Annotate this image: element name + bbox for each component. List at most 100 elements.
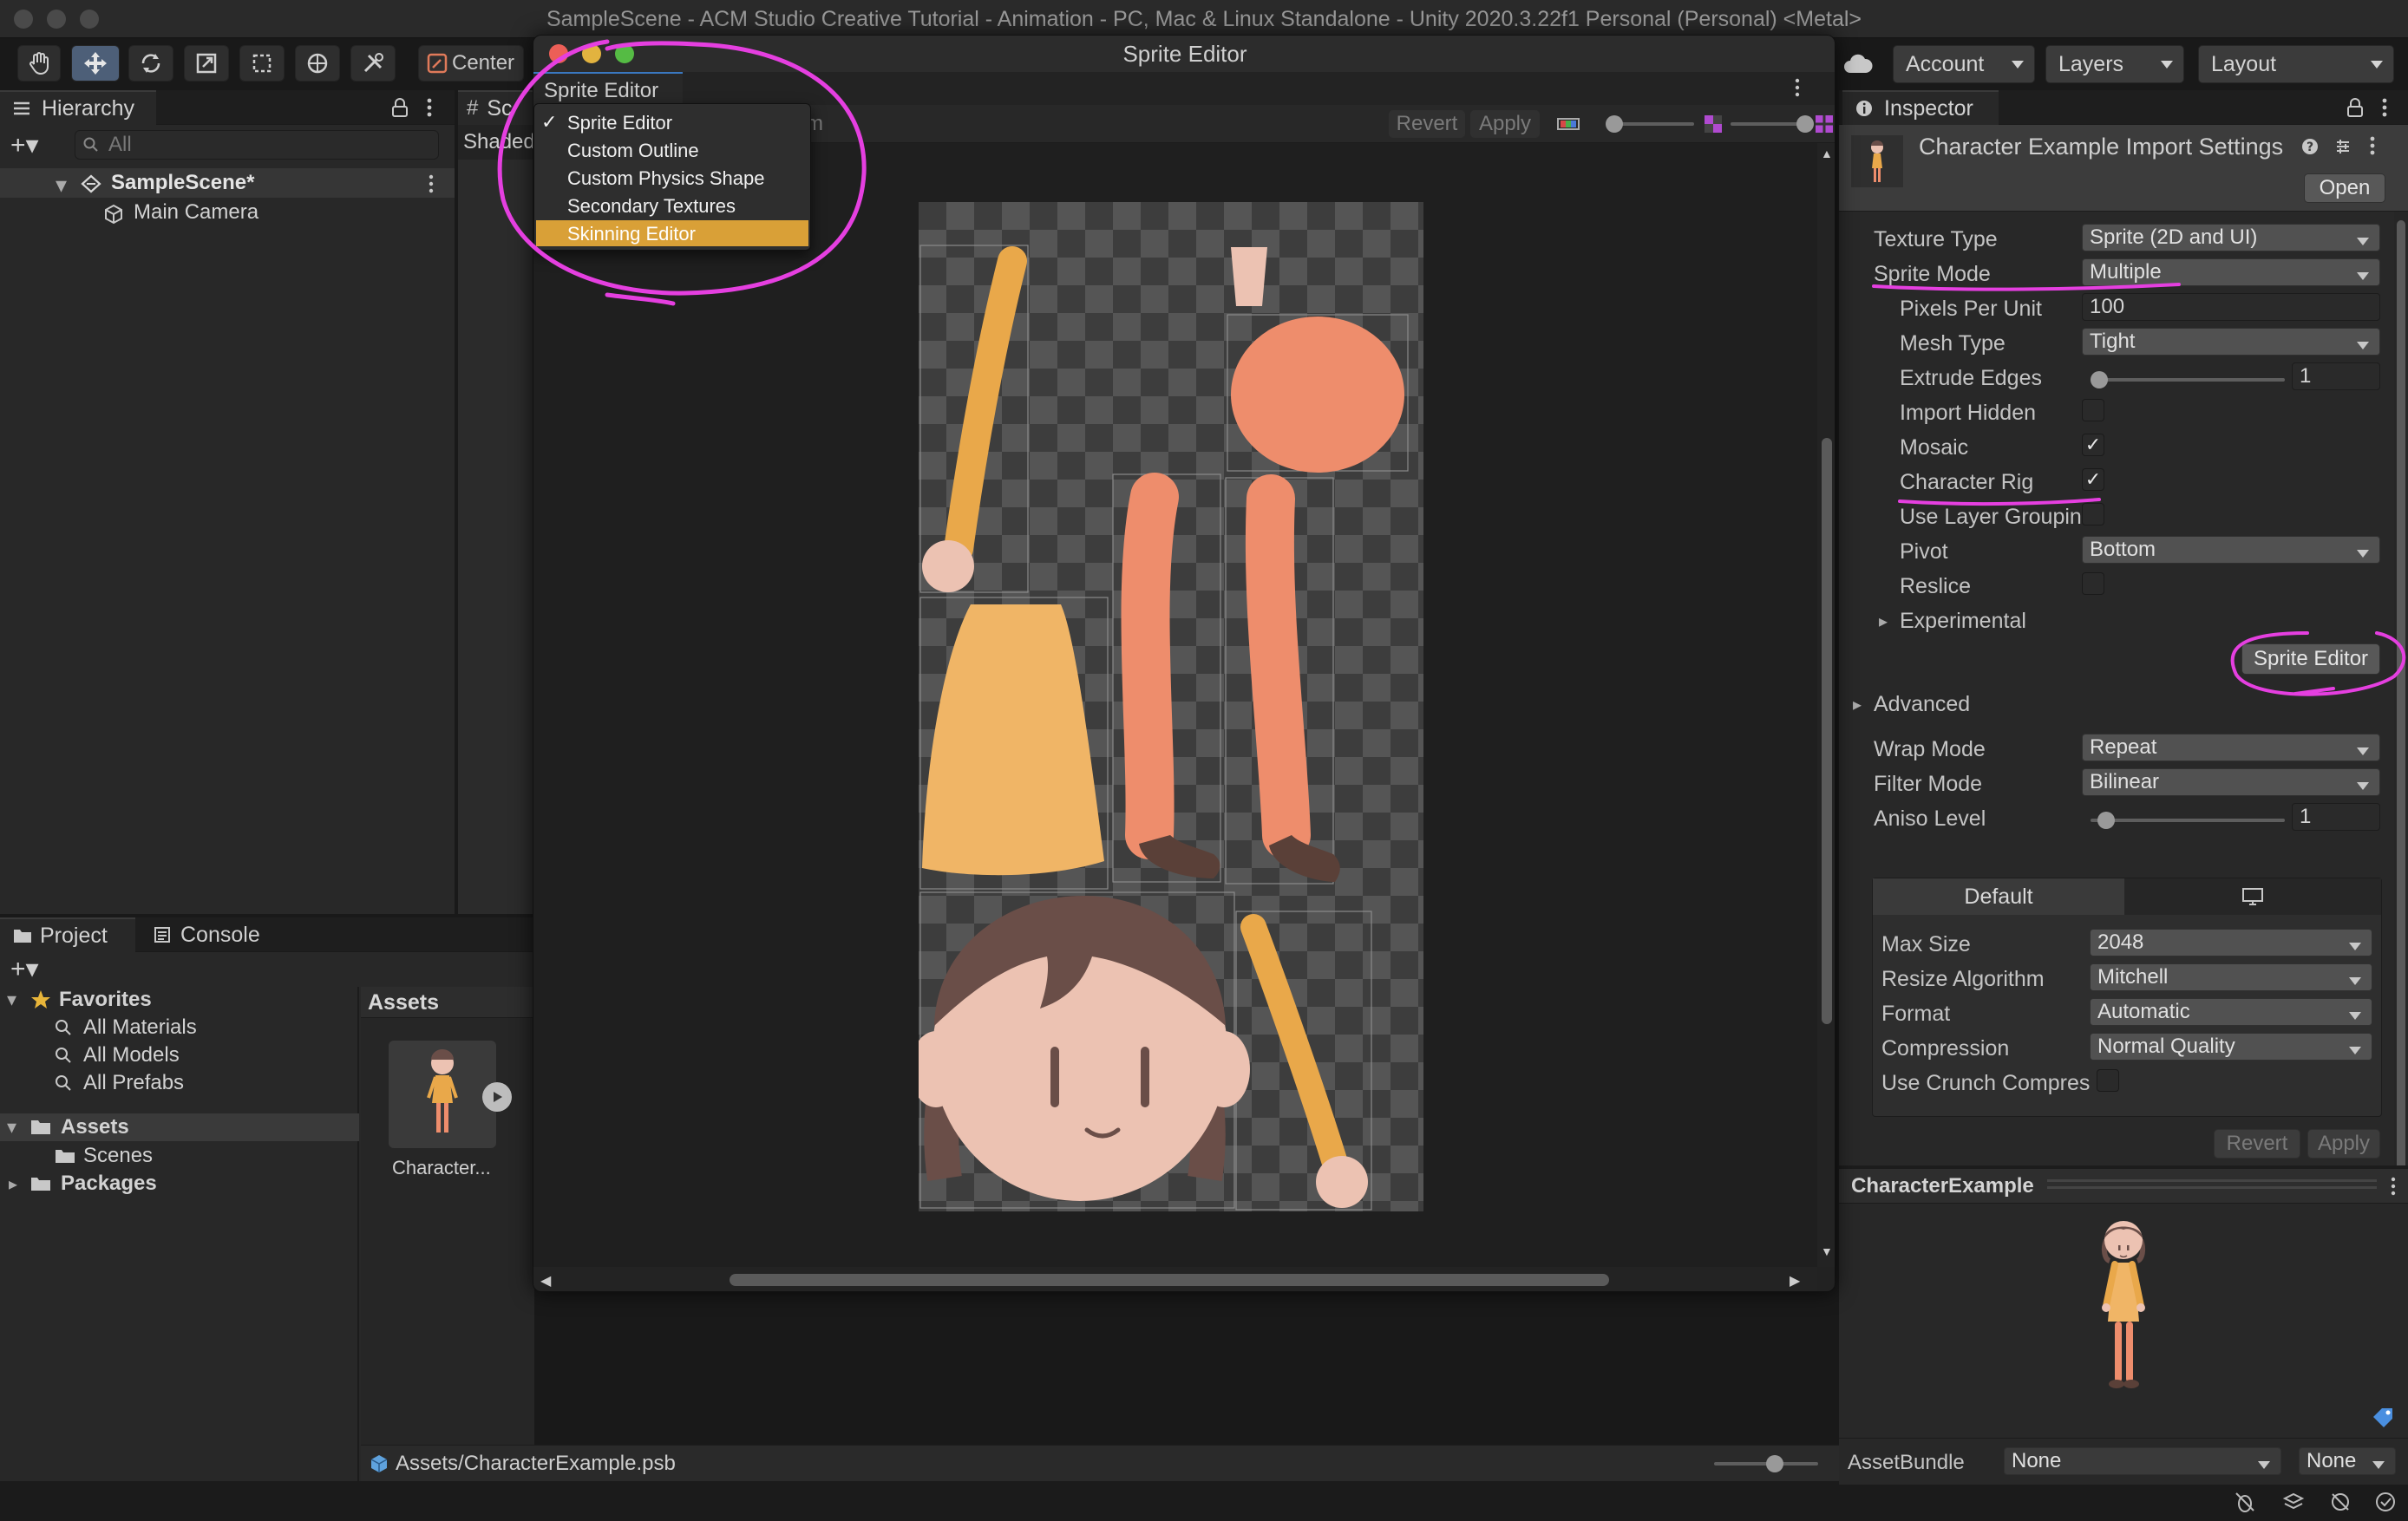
pixels-per-unit-field[interactable]: 100 (2082, 293, 2380, 321)
open-button[interactable]: Open (2304, 173, 2385, 203)
apply-button[interactable]: Apply (2307, 1129, 2380, 1159)
cache-server-icon[interactable] (2328, 1490, 2352, 1514)
import-hidden-checkbox[interactable] (2082, 399, 2104, 421)
custom-tool-icon[interactable] (350, 45, 396, 82)
format-dropdown[interactable]: Automatic (2090, 998, 2372, 1026)
wrap-mode-dropdown[interactable]: Repeat (2082, 734, 2380, 761)
character-rig-checkbox[interactable]: ✓ (2082, 468, 2104, 491)
sprite-editor-canvas[interactable] (533, 143, 1817, 1267)
sprite-editor-apply-button[interactable]: Apply (1470, 110, 1540, 138)
scale-tool-icon[interactable] (184, 45, 229, 82)
tab-platform-standalone[interactable] (2124, 878, 2381, 915)
menu-item-skinning-editor[interactable]: Skinning Editor (536, 220, 808, 246)
menu-item-custom-physics-shape[interactable]: Custom Physics Shape (536, 165, 808, 191)
assetbundle-dropdown[interactable]: None (2004, 1447, 2281, 1475)
scene-canvas[interactable] (458, 160, 534, 914)
pivot-dropdown[interactable]: Bottom (2082, 536, 2380, 564)
presets-icon[interactable] (2333, 137, 2352, 156)
preview-drag-handle[interactable] (2047, 1186, 2377, 1189)
account-dropdown[interactable]: Account (1893, 45, 2035, 83)
tab-scene[interactable]: # Sc (458, 90, 534, 125)
tab-platform-default[interactable]: Default (1873, 878, 2124, 915)
kebab-menu-icon[interactable] (1793, 77, 1802, 102)
assets-breadcrumb-label[interactable]: Assets (368, 990, 439, 1015)
kebab-menu-icon[interactable] (2380, 97, 2389, 122)
aniso-level-field[interactable]: 1 (2292, 803, 2380, 831)
play-icon[interactable] (482, 1082, 512, 1112)
use-crunch-checkbox[interactable] (2097, 1069, 2119, 1092)
hierarchy-item[interactable]: Main Camera (0, 198, 455, 227)
tab-project[interactable]: Project (0, 917, 135, 952)
transform-tool-icon[interactable] (295, 45, 340, 82)
assetbundle-variant-dropdown[interactable]: None (2299, 1447, 2396, 1475)
resize-algorithm-dropdown[interactable]: Mitchell (2090, 963, 2372, 991)
slider-knob[interactable] (1606, 115, 1623, 133)
favorite-item[interactable]: All Prefabs (0, 1070, 359, 1096)
mesh-type-dropdown[interactable]: Tight (2082, 328, 2380, 356)
editor-mode-dropdown[interactable]: Sprite Editor (544, 79, 658, 103)
favorites-row[interactable]: ▾ Favorites (0, 987, 359, 1013)
aniso-level-slider[interactable] (2091, 819, 2285, 822)
sprite-sheet-texture[interactable] (910, 202, 1423, 1211)
layers-status-icon[interactable] (2281, 1490, 2306, 1514)
kebab-menu-icon[interactable] (427, 173, 435, 199)
preview-drag-handle[interactable] (2047, 1179, 2377, 1182)
rotate-tool-icon[interactable] (128, 45, 173, 82)
slider-knob[interactable] (2097, 812, 2115, 829)
hierarchy-search-input[interactable]: All (75, 130, 439, 160)
mip-max-icon[interactable] (1814, 114, 1835, 134)
scroll-right-icon[interactable]: ▶ (1790, 1272, 1800, 1289)
favorite-item[interactable]: All Materials (0, 1015, 359, 1041)
kebab-menu-icon[interactable] (2368, 135, 2377, 160)
lock-icon[interactable] (390, 97, 409, 122)
favorite-item[interactable]: All Models (0, 1042, 359, 1068)
menu-item-secondary-textures[interactable]: Secondary Textures (536, 193, 808, 219)
slider-knob[interactable] (1766, 1455, 1783, 1472)
cloud-icon[interactable] (1842, 52, 1874, 81)
scrollbar-thumb[interactable] (2397, 220, 2405, 1217)
hand-tool-icon[interactable] (17, 45, 61, 82)
scroll-down-icon[interactable]: ▼ (1821, 1244, 1833, 1258)
max-size-dropdown[interactable]: 2048 (2090, 929, 2372, 956)
menu-item-sprite-editor[interactable]: ✓ Sprite Editor (536, 109, 808, 135)
slider-knob[interactable] (1796, 115, 1814, 133)
menu-item-custom-outline[interactable]: Custom Outline (536, 137, 808, 163)
mosaic-checkbox[interactable]: ✓ (2082, 434, 2104, 456)
slider-knob[interactable] (2091, 371, 2108, 388)
packages-row[interactable]: ▸ Packages (0, 1171, 359, 1197)
tag-icon[interactable] (2370, 1405, 2396, 1431)
compression-dropdown[interactable]: Normal Quality (2090, 1033, 2372, 1061)
scrollbar-thumb[interactable] (730, 1274, 1609, 1286)
canvas-vertical-scrollbar[interactable]: ▲ ▼ (1817, 143, 1835, 1267)
extrude-edges-slider[interactable] (2091, 378, 2285, 382)
color-channel-icon[interactable] (1555, 114, 1581, 134)
inspector-scrollbar[interactable] (2394, 212, 2408, 1249)
kebab-menu-icon[interactable] (425, 97, 434, 122)
assets-folder-row[interactable]: ▾ Assets (0, 1113, 359, 1141)
canvas-horizontal-scrollbar[interactable]: ◀ ▶ (533, 1267, 1817, 1291)
pivot-mode-toggle[interactable]: Center (418, 45, 524, 82)
rect-tool-icon[interactable] (239, 45, 285, 82)
texture-type-dropdown[interactable]: Sprite (2D and UI) (2082, 224, 2380, 251)
sprite-editor-button[interactable]: Sprite Editor (2241, 643, 2380, 675)
reslice-checkbox[interactable] (2082, 572, 2104, 595)
tab-inspector[interactable]: Inspector (1842, 90, 1999, 125)
create-asset-button[interactable]: +▾ (10, 954, 39, 984)
folder-item[interactable]: Scenes (0, 1143, 359, 1169)
sprite-mode-dropdown[interactable]: Multiple (2082, 258, 2380, 286)
shading-mode-dropdown[interactable]: Shaded (463, 130, 535, 154)
status-check-icon[interactable] (2373, 1490, 2398, 1514)
scroll-left-icon[interactable]: ◀ (540, 1272, 551, 1289)
sprite-editor-revert-button[interactable]: Revert (1389, 110, 1465, 138)
layout-dropdown[interactable]: Layout (2198, 45, 2394, 83)
tab-console[interactable]: Console (139, 917, 274, 952)
mip-level-icon[interactable] (1703, 114, 1724, 134)
add-object-button[interactable]: +▾ (10, 130, 39, 160)
filter-mode-dropdown[interactable]: Bilinear (2082, 768, 2380, 796)
move-tool-icon[interactable] (71, 45, 120, 82)
tab-hierarchy[interactable]: Hierarchy (0, 90, 156, 125)
asset-thumbnail[interactable] (389, 1041, 496, 1148)
extrude-edges-field[interactable]: 1 (2292, 362, 2380, 390)
help-icon[interactable]: ? (2300, 137, 2320, 156)
scrollbar-thumb[interactable] (1822, 438, 1832, 1024)
